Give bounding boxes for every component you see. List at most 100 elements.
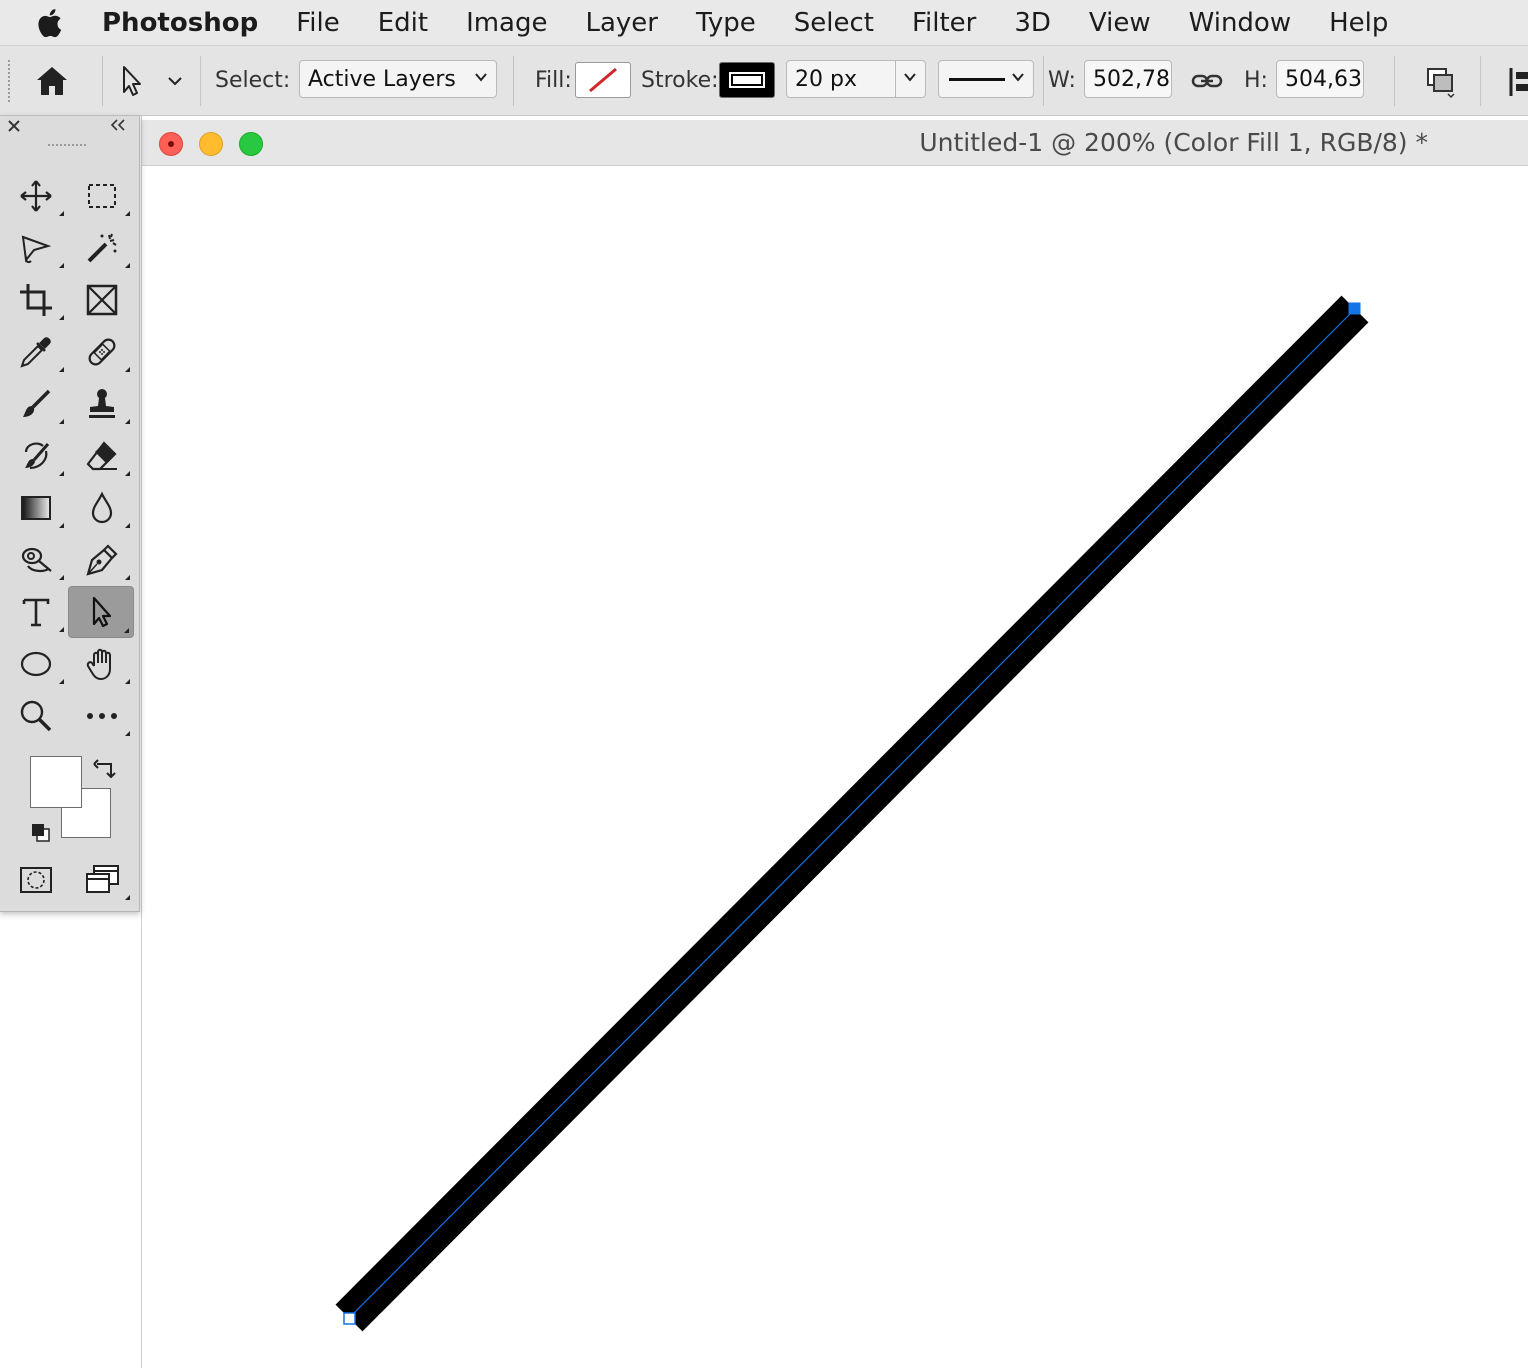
close-panel-icon[interactable] — [8, 120, 20, 132]
blur-tool[interactable] — [70, 484, 134, 532]
zoom-icon — [20, 700, 52, 732]
rectangular-marquee-tool[interactable] — [70, 172, 134, 220]
app-name-menu[interactable]: Photoshop — [102, 8, 258, 38]
width-field[interactable]: 502,78 — [1084, 60, 1172, 98]
stroke-width-field[interactable]: 20 px — [786, 60, 926, 98]
screen-mode-button[interactable] — [70, 856, 134, 904]
anchor-point-end[interactable] — [1348, 302, 1361, 315]
link-icon — [1191, 74, 1223, 88]
select-dropdown[interactable]: Active Layers — [299, 60, 497, 98]
eraser-icon — [86, 441, 117, 471]
path-outline — [348, 308, 1356, 1319]
document-canvas[interactable] — [142, 166, 1528, 1368]
pen-tool[interactable] — [70, 536, 134, 584]
stroke-type-line — [949, 77, 1005, 81]
home-icon — [37, 67, 67, 95]
history-brush-icon — [24, 442, 50, 470]
menu-select[interactable]: Select — [794, 8, 874, 38]
separator — [1043, 56, 1044, 106]
lasso-icon — [21, 235, 52, 264]
flyout-indicator — [59, 263, 64, 268]
tools-panel-header[interactable] — [0, 116, 140, 136]
magic-wand-tool[interactable] — [70, 224, 134, 272]
dodge-icon — [21, 547, 52, 573]
dodge-tool[interactable] — [4, 536, 68, 584]
height-field[interactable]: 504,63 — [1276, 60, 1364, 98]
path-alignment-button[interactable] — [1500, 64, 1528, 100]
eyedropper-icon — [20, 337, 51, 368]
menu-layer[interactable]: Layer — [586, 8, 659, 38]
quick-mask-button[interactable] — [4, 856, 68, 904]
options-bar-grip[interactable] — [8, 60, 12, 102]
zoom-tool[interactable] — [4, 692, 68, 740]
pen-icon — [86, 544, 118, 576]
eraser-tool[interactable] — [70, 432, 134, 480]
photoshop-window: Photoshop File Edit Image Layer Type Sel… — [0, 0, 1528, 1368]
close-dot-icon — [168, 141, 174, 147]
fill-swatch[interactable] — [575, 62, 631, 98]
menu-edit[interactable]: Edit — [378, 8, 428, 38]
link-dimensions-button[interactable] — [1188, 66, 1226, 96]
flyout-indicator — [125, 263, 130, 268]
swap-arrows-icon — [93, 759, 116, 779]
move-tool[interactable] — [4, 172, 68, 220]
ellipse-tool[interactable] — [4, 640, 68, 688]
menu-3d[interactable]: 3D — [1014, 8, 1051, 38]
zoom-window-button[interactable] — [239, 132, 263, 156]
anchor-point-start[interactable] — [343, 1312, 356, 1325]
arrow-icon — [123, 66, 141, 96]
default-colors-button[interactable] — [30, 822, 52, 844]
tools-panel — [0, 116, 140, 912]
minimize-window-button[interactable] — [199, 132, 223, 156]
width-value: 502,78 — [1093, 66, 1170, 92]
more-tools[interactable] — [70, 692, 134, 740]
menu-type[interactable]: Type — [696, 8, 756, 38]
apple-menu-icon[interactable] — [0, 0, 102, 46]
no-fill-icon — [589, 67, 617, 93]
menu-view[interactable]: View — [1089, 8, 1151, 38]
close-window-button[interactable] — [159, 132, 183, 156]
ellipse-icon — [20, 651, 52, 677]
tools-panel-grip[interactable] — [48, 144, 86, 150]
menu-help[interactable]: Help — [1329, 8, 1388, 38]
tool-preset-picker[interactable] — [116, 60, 190, 102]
home-button[interactable] — [30, 60, 74, 102]
menu-filter[interactable]: Filter — [912, 8, 976, 38]
move-icon — [20, 180, 52, 212]
menu-image[interactable]: Image — [466, 8, 547, 38]
drop-icon — [91, 491, 113, 524]
menu-file[interactable]: File — [296, 8, 340, 38]
brush-icon — [23, 389, 51, 417]
eyedropper-tool[interactable] — [4, 328, 68, 376]
brush-tool[interactable] — [4, 380, 68, 428]
select-label: Select: — [215, 68, 291, 93]
collapse-panel-icon[interactable] — [110, 119, 126, 131]
hand-icon — [86, 648, 111, 681]
healing-brush-tool[interactable] — [70, 328, 134, 376]
path-operations-button[interactable] — [1418, 62, 1462, 102]
lasso-tool[interactable] — [4, 224, 68, 272]
flyout-indicator — [125, 523, 130, 528]
flyout-indicator — [125, 575, 130, 580]
type-tool[interactable] — [4, 588, 68, 636]
menu-bar: Photoshop File Edit Image Layer Type Sel… — [0, 0, 1528, 46]
hand-tool[interactable] — [70, 640, 134, 688]
chevron-down-icon[interactable] — [903, 70, 917, 84]
foreground-color-swatch[interactable] — [30, 756, 82, 808]
gradient-tool[interactable] — [4, 484, 68, 532]
direct-selection-tool[interactable] — [68, 586, 134, 638]
menu-window[interactable]: Window — [1189, 8, 1292, 38]
stroke-swatch[interactable] — [719, 62, 775, 98]
frame-tool[interactable] — [70, 276, 134, 324]
stroke-type-dropdown[interactable] — [938, 60, 1034, 98]
stroke-swatch-inner — [729, 72, 765, 88]
default-colors-icon — [32, 824, 50, 842]
swap-colors-button[interactable] — [92, 756, 118, 782]
bandage-icon — [88, 338, 116, 366]
clone-stamp-tool[interactable] — [70, 380, 134, 428]
crop-tool[interactable] — [4, 276, 68, 324]
history-brush-tool[interactable] — [4, 432, 68, 480]
options-bar: Select: Active Layers Fill: Stroke: 20 p… — [0, 46, 1528, 116]
flyout-indicator — [124, 628, 129, 633]
type-icon — [22, 598, 50, 627]
